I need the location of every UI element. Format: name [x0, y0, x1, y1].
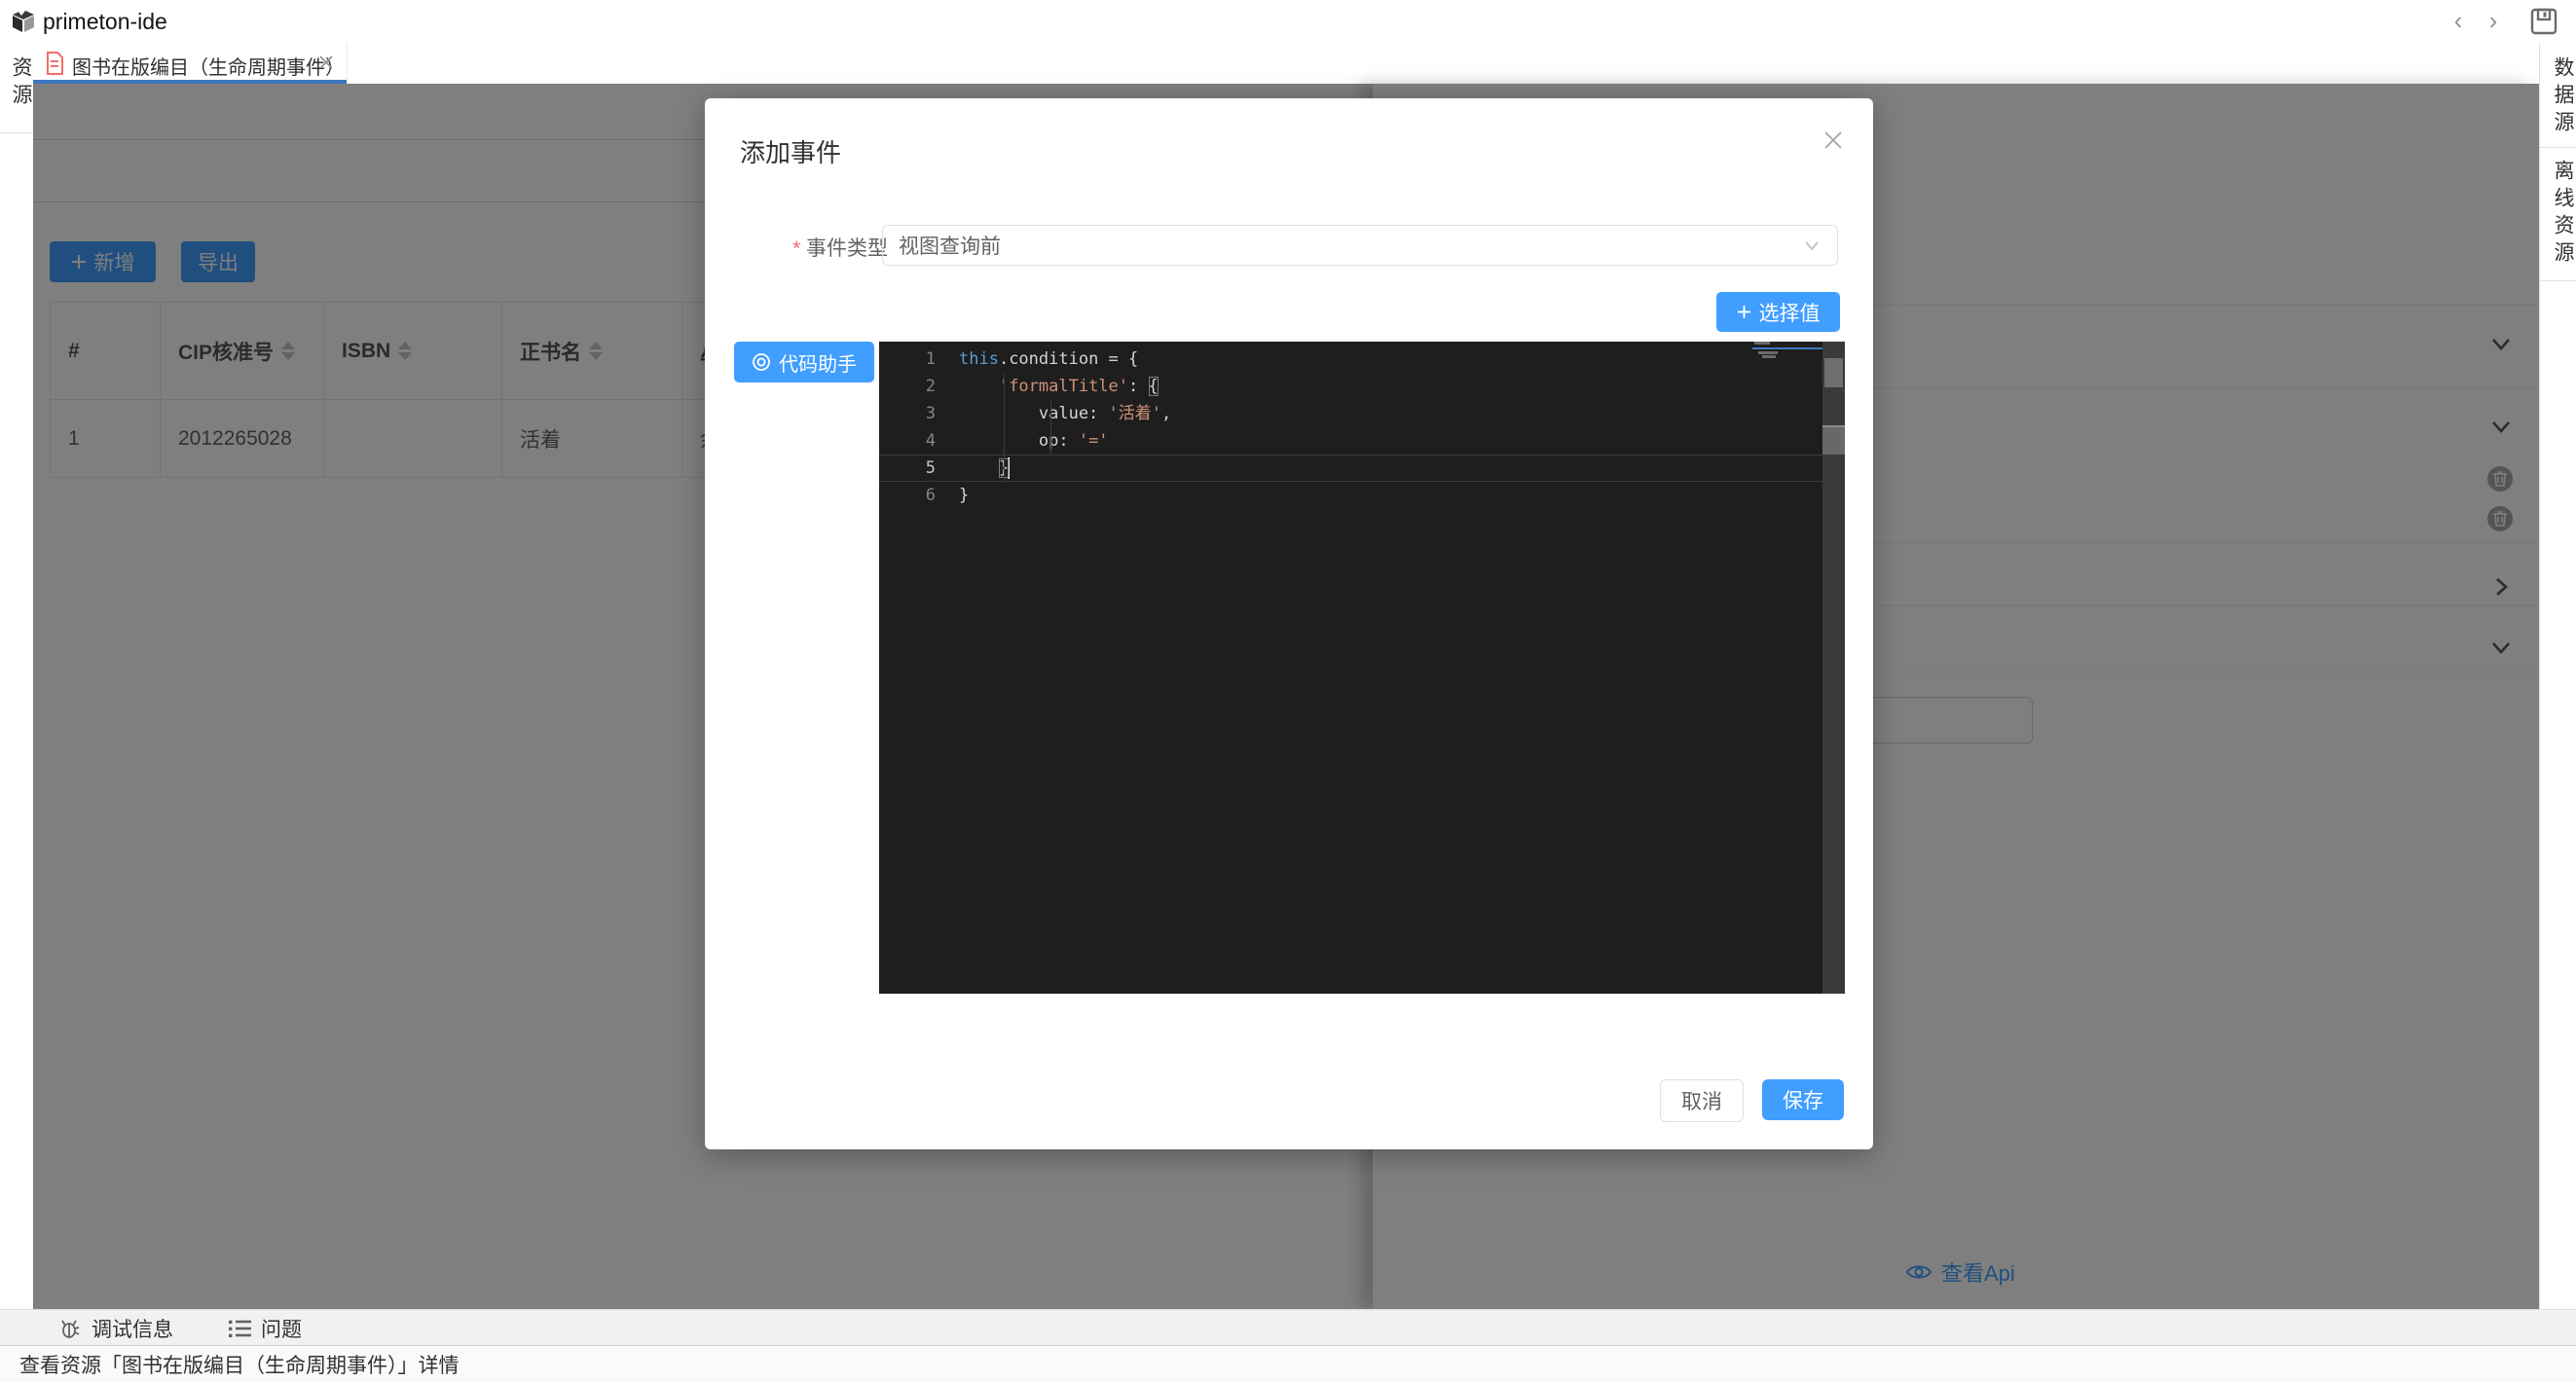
close-icon[interactable] [317, 54, 335, 71]
code-line: 2 'formalTitle': { [879, 373, 1845, 400]
code-assistant-button[interactable]: 代码助手 [734, 342, 874, 382]
code-lines: 1this.condition = {2 'formalTitle': {3 v… [879, 346, 1845, 509]
app-window: primeton-ide ‹ › 资源 数据源 离线资源 [0, 0, 2576, 1382]
code-line: 3 value: '活着', [879, 400, 1845, 427]
code-line: 4 op: '=' [879, 427, 1845, 455]
app-title: primeton-ide [43, 9, 167, 35]
event-type-select[interactable]: 视图查询前 [882, 225, 1838, 266]
tab-label: 图书在版编目（生命周期事件） [72, 52, 345, 80]
save-button[interactable]: 保存 [1762, 1079, 1844, 1120]
sidebar-item-datasource[interactable]: 数据源 [2548, 56, 2576, 138]
document-icon [45, 52, 64, 75]
dialog-title: 添加事件 [740, 133, 841, 169]
list-icon [228, 1318, 251, 1339]
forward-icon[interactable]: › [2481, 8, 2506, 33]
code-assistant-label: 代码助手 [779, 348, 857, 377]
chevron-down-icon [1802, 236, 1822, 255]
save-icon[interactable] [2529, 7, 2558, 36]
debug-info-button[interactable]: 调试信息 [58, 1314, 173, 1343]
indent-guide [1004, 373, 1005, 482]
app-logo-icon [10, 8, 37, 35]
editor-scrollbar[interactable] [1822, 342, 1845, 994]
left-sidebar: 资源 [0, 43, 34, 1309]
event-type-label: * 事件类型 [761, 233, 888, 262]
close-icon[interactable] [1821, 127, 1846, 153]
select-value-button[interactable]: 选择值 [1716, 292, 1840, 332]
problems-button[interactable]: 问题 [228, 1314, 302, 1343]
status-bar: 查看资源「图书在版编目（生命周期事件）」详情 [0, 1345, 2576, 1382]
tab-bar: 图书在版编目（生命周期事件） [33, 43, 2539, 85]
text-cursor [1008, 457, 1010, 479]
code-line: 5 } [879, 455, 1845, 482]
cancel-button[interactable]: 取消 [1660, 1079, 1744, 1122]
select-value-label: 选择值 [1759, 298, 1821, 327]
back-icon[interactable]: ‹ [2446, 8, 2471, 33]
divider [2540, 147, 2576, 148]
add-event-dialog: 添加事件 * 事件类型 视图查询前 选择值 代码助手 1this.con [705, 98, 1873, 1149]
title-bar: primeton-ide ‹ › [0, 0, 2576, 44]
code-line: 1this.condition = { [879, 346, 1845, 373]
cancel-label: 取消 [1681, 1086, 1722, 1115]
code-editor[interactable]: 1this.condition = {2 'formalTitle': {3 v… [879, 342, 1845, 994]
event-type-value: 视图查询前 [899, 231, 1802, 260]
code-assistant-icon [752, 352, 771, 372]
sidebar-item-offline-resources[interactable]: 离线资源 [2548, 160, 2576, 269]
bottom-panel-bar: 调试信息 问题 [0, 1309, 2576, 1346]
right-sidebar: 数据源 离线资源 [2539, 43, 2576, 1309]
save-label: 保存 [1783, 1085, 1823, 1114]
minimap [1752, 342, 1822, 994]
code-line: 6} [879, 482, 1845, 509]
indent-guide [1050, 400, 1051, 455]
sidebar-item-resources[interactable]: 资源 [6, 56, 35, 111]
tab-book-cip[interactable]: 图书在版编目（生命周期事件） [33, 43, 348, 84]
plus-icon [1737, 305, 1751, 319]
scrollbar-thumb[interactable] [1824, 358, 1843, 387]
divider [0, 132, 33, 133]
scrollbar-decoration [1822, 425, 1845, 455]
divider [2540, 280, 2576, 281]
problems-label: 问题 [261, 1314, 302, 1343]
bug-icon [58, 1317, 82, 1340]
required-mark: * [792, 237, 800, 260]
debug-info-label: 调试信息 [92, 1314, 173, 1343]
status-text: 查看资源「图书在版编目（生命周期事件）」详情 [19, 1350, 460, 1379]
